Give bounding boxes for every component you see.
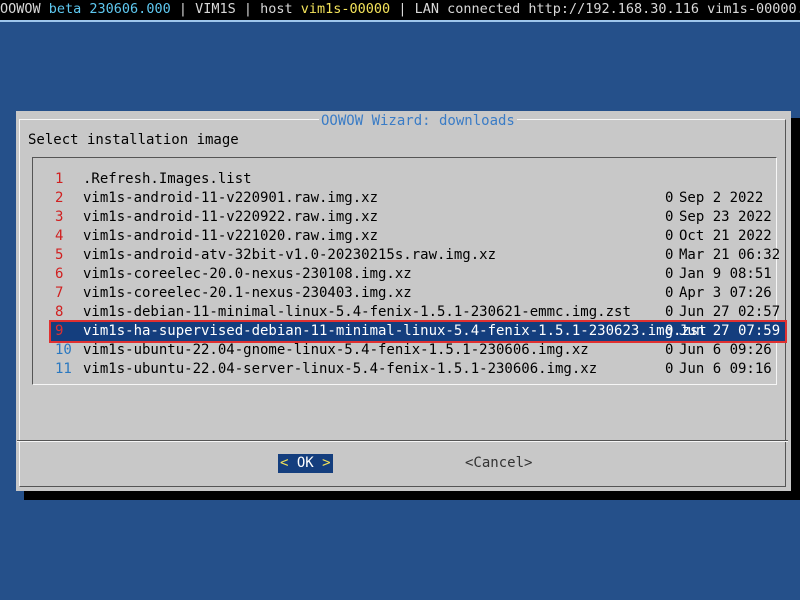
version-label: beta 230606.000: [48, 1, 171, 17]
item-number: 1: [55, 171, 64, 187]
item-size: 0: [665, 228, 674, 244]
item-date: Jun 27 07:59: [679, 323, 781, 339]
list-item[interactable]: 1 .Refresh.Images.list: [51, 170, 785, 189]
item-size: 0: [665, 285, 674, 301]
network-status: LAN connected http://192.168.30.116 vim1…: [414, 1, 800, 17]
dialog-title: OOWOW Wizard: downloads: [319, 111, 517, 131]
item-filename: vim1s-android-11-v220901.raw.img.xz: [83, 190, 379, 206]
list-item[interactable]: 3 vim1s-android-11-v220922.raw.img.xz 0 …: [51, 208, 785, 227]
ok-label: OK: [296, 455, 314, 471]
item-number: 2: [55, 190, 64, 206]
list-item[interactable]: 8 vim1s-debian-11-minimal-linux-5.4-feni…: [51, 303, 785, 322]
list-item[interactable]: 11 vim1s-ubuntu-22.04-server-linux-5.4-f…: [51, 360, 785, 379]
item-number: 3: [55, 209, 64, 225]
item-number: 8: [55, 304, 64, 320]
item-number: 5: [55, 247, 64, 263]
image-list: 1 .Refresh.Images.list 2 vim1s-android-1…: [32, 157, 787, 385]
item-filename: vim1s-android-11-v221020.raw.img.xz: [83, 228, 379, 244]
item-number: 9: [55, 323, 64, 339]
cancel-button[interactable]: <Cancel>: [465, 454, 532, 473]
item-size: 0: [665, 190, 674, 206]
list-item[interactable]: 6 vim1s-coreelec-20.0-nexus-230108.img.x…: [51, 265, 785, 284]
list-item-selected[interactable]: 9 vim1s-ha-supervised-debian-11-minimal-…: [49, 320, 787, 343]
item-date: Mar 21 06:32: [679, 247, 781, 263]
brand-label: OOWOW: [0, 1, 41, 17]
model-label: VIM1S: [195, 1, 236, 17]
item-filename: vim1s-ubuntu-22.04-server-linux-5.4-feni…: [83, 361, 598, 377]
item-date: Oct 21 2022: [679, 228, 772, 244]
list-item[interactable]: 7 vim1s-coreelec-20.1-nexus-230403.img.x…: [51, 284, 785, 303]
list-item[interactable]: 10 vim1s-ubuntu-22.04-gnome-linux-5.4-fe…: [51, 341, 785, 360]
ok-right-bracket: >: [322, 455, 331, 471]
item-date: Jun 6 09:26: [679, 342, 772, 358]
item-size: 0: [665, 247, 674, 263]
list-item[interactable]: 5 vim1s-android-atv-32bit-v1.0-20230215s…: [51, 246, 785, 265]
item-size: 0: [665, 266, 674, 282]
item-filename: vim1s-debian-11-minimal-linux-5.4-fenix-…: [83, 304, 631, 320]
button-separator: [17, 440, 788, 442]
item-size: 0: [665, 342, 674, 358]
item-filename: vim1s-coreelec-20.0-nexus-230108.img.xz: [83, 266, 412, 282]
item-filename: vim1s-android-11-v220922.raw.img.xz: [83, 209, 379, 225]
item-number: 10: [55, 342, 72, 358]
item-date: Jun 27 02:57: [679, 304, 781, 320]
item-size: 0: [665, 323, 674, 339]
item-size: 0: [665, 209, 674, 225]
wizard-dialog: OOWOW Wizard: downloads Select installat…: [16, 111, 791, 491]
list-item[interactable]: 4 vim1s-android-11-v221020.raw.img.xz 0 …: [51, 227, 785, 246]
item-number: 7: [55, 285, 64, 301]
separator: |: [390, 1, 415, 17]
ok-button[interactable]: < OK >: [278, 454, 333, 473]
separator: |: [170, 1, 196, 17]
item-date: Jan 9 08:51: [679, 266, 772, 282]
item-date: Jun 6 09:16: [679, 361, 772, 377]
item-size: 0: [665, 304, 674, 320]
item-filename: vim1s-ha-supervised-debian-11-minimal-li…: [83, 323, 707, 339]
ok-left-bracket: <: [280, 455, 289, 471]
item-number: 6: [55, 266, 64, 282]
host-label: host: [260, 1, 293, 17]
item-date: Sep 23 2022: [679, 209, 772, 225]
item-number: 4: [55, 228, 64, 244]
item-size: 0: [665, 361, 674, 377]
list-item[interactable]: 2 vim1s-android-11-v220901.raw.img.xz 0 …: [51, 189, 785, 208]
item-filename: vim1s-android-atv-32bit-v1.0-20230215s.r…: [83, 247, 497, 263]
separator: |: [235, 1, 261, 17]
item-date: Sep 2 2022: [679, 190, 764, 206]
item-date: Apr 3 07:26: [679, 285, 772, 301]
item-filename: vim1s-coreelec-20.1-nexus-230403.img.xz: [83, 285, 412, 301]
host-name: vim1s-00000: [300, 1, 391, 17]
dialog-prompt: Select installation image: [28, 132, 239, 148]
item-filename: .Refresh.Images.list: [83, 171, 252, 187]
item-filename: vim1s-ubuntu-22.04-gnome-linux-5.4-fenix…: [83, 342, 589, 358]
item-number: 11: [55, 361, 72, 377]
status-bar: OOWOW beta 230606.000 | VIM1S | host vim…: [0, 0, 800, 22]
